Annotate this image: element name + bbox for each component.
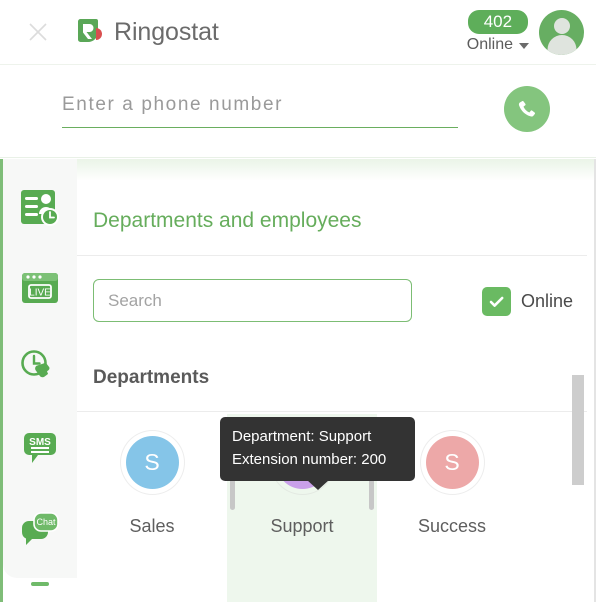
department-label: Support — [270, 516, 334, 536]
call-button[interactable] — [504, 86, 550, 132]
brand-name: Ringostat — [114, 17, 219, 46]
svg-text:Chat: Chat — [36, 517, 56, 527]
sidebar-item-employees[interactable] — [3, 171, 77, 247]
chat-icon: Chat — [21, 512, 59, 545]
live-icon: LIVE — [22, 273, 58, 303]
phone-handset-icon — [518, 100, 536, 117]
section-title: Departments — [93, 367, 210, 388]
content-scrollbar-thumb[interactable] — [572, 375, 584, 485]
status-dropdown[interactable]: Online — [467, 36, 529, 54]
search-row: Online — [77, 271, 596, 335]
title-divider — [77, 255, 587, 256]
sidebar-item-overflow[interactable] — [3, 580, 77, 602]
content-panel: Departments and employees Online Departm… — [77, 159, 596, 602]
section-divider — [77, 411, 587, 412]
content-top-gradient — [77, 159, 596, 181]
department-initial: S — [144, 449, 160, 475]
call-history-icon — [21, 350, 50, 378]
sidebar: LIVE SMS Chat — [3, 159, 77, 578]
tooltip-line-1: Department: Support — [232, 428, 372, 445]
ringostat-softphone-window: Ringostat 402 Online Enter a phone numbe… — [0, 0, 596, 602]
department-label: Success — [417, 516, 487, 536]
department-tooltip: Department: Support Extension number: 20… — [220, 417, 415, 490]
svg-text:SMS: SMS — [29, 437, 51, 448]
status-block: 402 Online — [467, 10, 529, 54]
department-avatar: S — [125, 436, 179, 489]
chevron-down-icon — [519, 43, 529, 49]
close-button[interactable] — [18, 12, 58, 52]
sidebar-item-call-history[interactable] — [3, 331, 77, 407]
avatar-head — [553, 17, 570, 34]
contacts-employees-icon — [21, 190, 59, 226]
brand: Ringostat — [76, 18, 219, 47]
header-right: 402 Online — [467, 9, 584, 55]
settings-icon — [31, 582, 49, 586]
department-avatar: S — [425, 436, 479, 489]
avatar-body — [547, 34, 576, 55]
sidebar-item-sms[interactable]: SMS — [3, 411, 77, 487]
status-label: Online — [466, 36, 513, 53]
tooltip-arrow — [306, 480, 329, 490]
sms-icon: SMS — [24, 433, 56, 463]
department-label: Sales — [129, 516, 175, 536]
tooltip-line-2: Extension number: 200 — [232, 451, 387, 468]
departments-section-header: Departments — [77, 355, 587, 412]
ringostat-logo-icon — [78, 18, 102, 42]
phone-number-input[interactable] — [62, 88, 458, 128]
search-input[interactable] — [93, 279, 412, 322]
avatar[interactable] — [539, 9, 584, 55]
online-checkbox[interactable] — [482, 287, 511, 316]
body-area: LIVE SMS Chat Departments and employees … — [0, 159, 596, 602]
sidebar-item-chat[interactable]: Chat — [3, 491, 77, 567]
close-icon — [29, 23, 47, 41]
department-initial: S — [444, 449, 460, 475]
app-header: Ringostat 402 Online — [0, 0, 596, 65]
department-card-sales[interactable]: S Sales — [77, 414, 227, 602]
online-filter-toggle[interactable]: Online — [482, 287, 573, 316]
sidebar-item-live[interactable]: LIVE — [3, 251, 77, 327]
online-filter-label: Online — [521, 291, 574, 311]
svg-text:LIVE: LIVE — [29, 288, 51, 299]
checkmark-icon — [489, 296, 504, 307]
extension-badge[interactable]: 402 — [467, 10, 529, 34]
page-title: Departments and employees — [93, 209, 362, 232]
